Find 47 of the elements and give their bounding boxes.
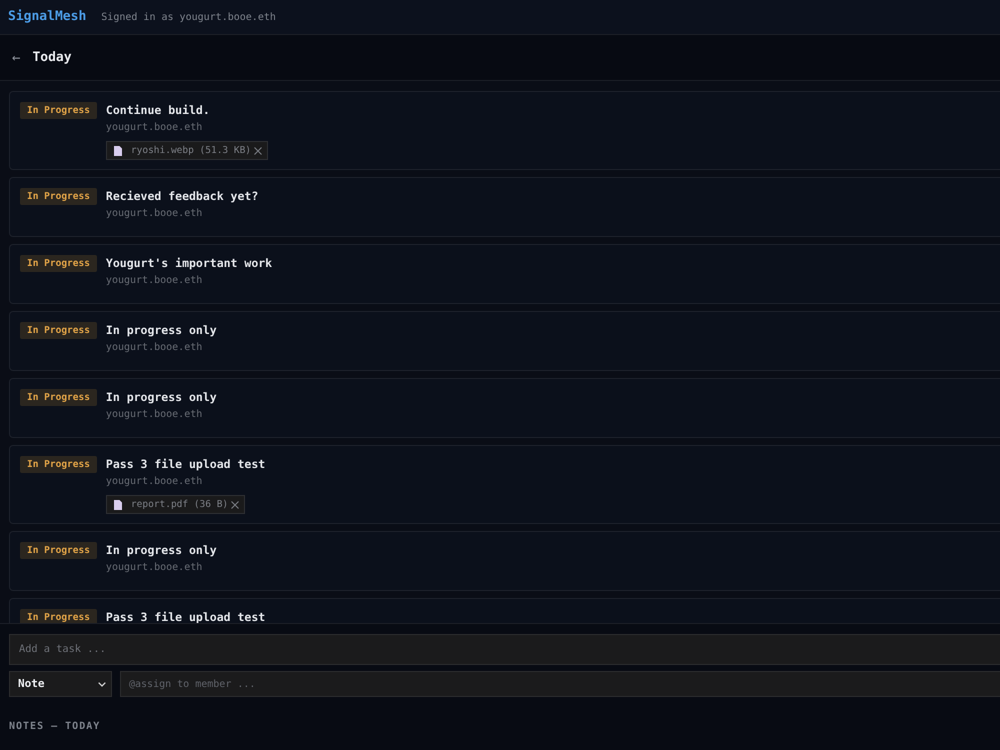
task-assignee: yougurt.booe.eth [106,121,202,135]
status-badge: In Progress [20,456,97,473]
file-icon [114,500,122,510]
status-badge: In Progress [20,389,97,406]
signed-in-text: Signed in as yougurt.booe.eth [101,10,276,24]
task-assignee: yougurt.booe.eth [106,207,202,221]
task-card[interactable]: In Progress In progress only yougurt.booe.eth [9,531,1000,591]
remove-icon[interactable] [254,146,262,154]
task-title: Continue build. [106,102,210,119]
assign-input-placeholder: @assign to member ... [129,678,256,692]
status-badge: In Progress [20,322,97,339]
attachment-chip[interactable]: report.pdf (36 B) [106,495,246,514]
app-brand: SignalMesh [8,8,86,26]
attachment-name: report.pdf (36 B) [130,498,228,512]
status-badge: In Progress [20,188,97,205]
remove-icon[interactable] [231,500,240,508]
task-assignee: yougurt.booe.eth [106,341,202,355]
task-title: Recieved feedback yet? [106,188,258,205]
task-input-placeholder: Add a task ... [19,642,106,657]
status-badge: In Progress [20,255,97,272]
task-assignee: yougurt.booe.eth [106,475,202,489]
task-assignee: yougurt.booe.eth [106,274,202,288]
task-card[interactable]: In Progress Recieved feedback yet? yougurt.booe.eth [9,177,1000,237]
task-assignee: yougurt.booe.eth [106,561,202,575]
task-input[interactable]: Add a task ... [9,634,1000,665]
back-arrow[interactable]: ← [12,50,20,64]
chevron-down-icon [98,682,106,686]
task-card[interactable]: In Progress Pass 3 file upload test yougurt.booe.eth report.pdf (36 B) [9,445,1000,524]
task-card[interactable]: In Progress Yougurt's important work yougurt.booe.eth [9,244,1000,304]
status-badge: In Progress [20,609,97,623]
status-badge: In Progress [20,102,97,119]
task-title: In progress only [106,322,217,339]
task-title: Pass 3 file upload test [106,456,266,473]
type-select[interactable]: Note [9,671,112,697]
task-title: In progress only [106,542,217,559]
attachment-name: ryoshi.webp (51.3 KB) [130,144,252,158]
task-card[interactable]: In Progress Continue build. yougurt.booe.eth ryoshi.webp (51.3 KB) [9,91,1000,170]
task-assignee: yougurt.booe.eth [106,408,202,422]
notes-heading: NOTES — TODAY [9,720,100,734]
task-title: Yougurt's important work [106,255,272,272]
task-card[interactable]: In Progress In progress only yougurt.booe.eth [9,311,1000,371]
page-title: Today [32,48,72,67]
task-card[interactable]: In Progress In progress only yougurt.booe.eth [9,378,1000,438]
status-badge: In Progress [20,542,97,559]
attachment-chip[interactable]: ryoshi.webp (51.3 KB) [106,141,268,160]
task-title: In progress only [106,389,217,406]
file-icon [114,146,122,156]
